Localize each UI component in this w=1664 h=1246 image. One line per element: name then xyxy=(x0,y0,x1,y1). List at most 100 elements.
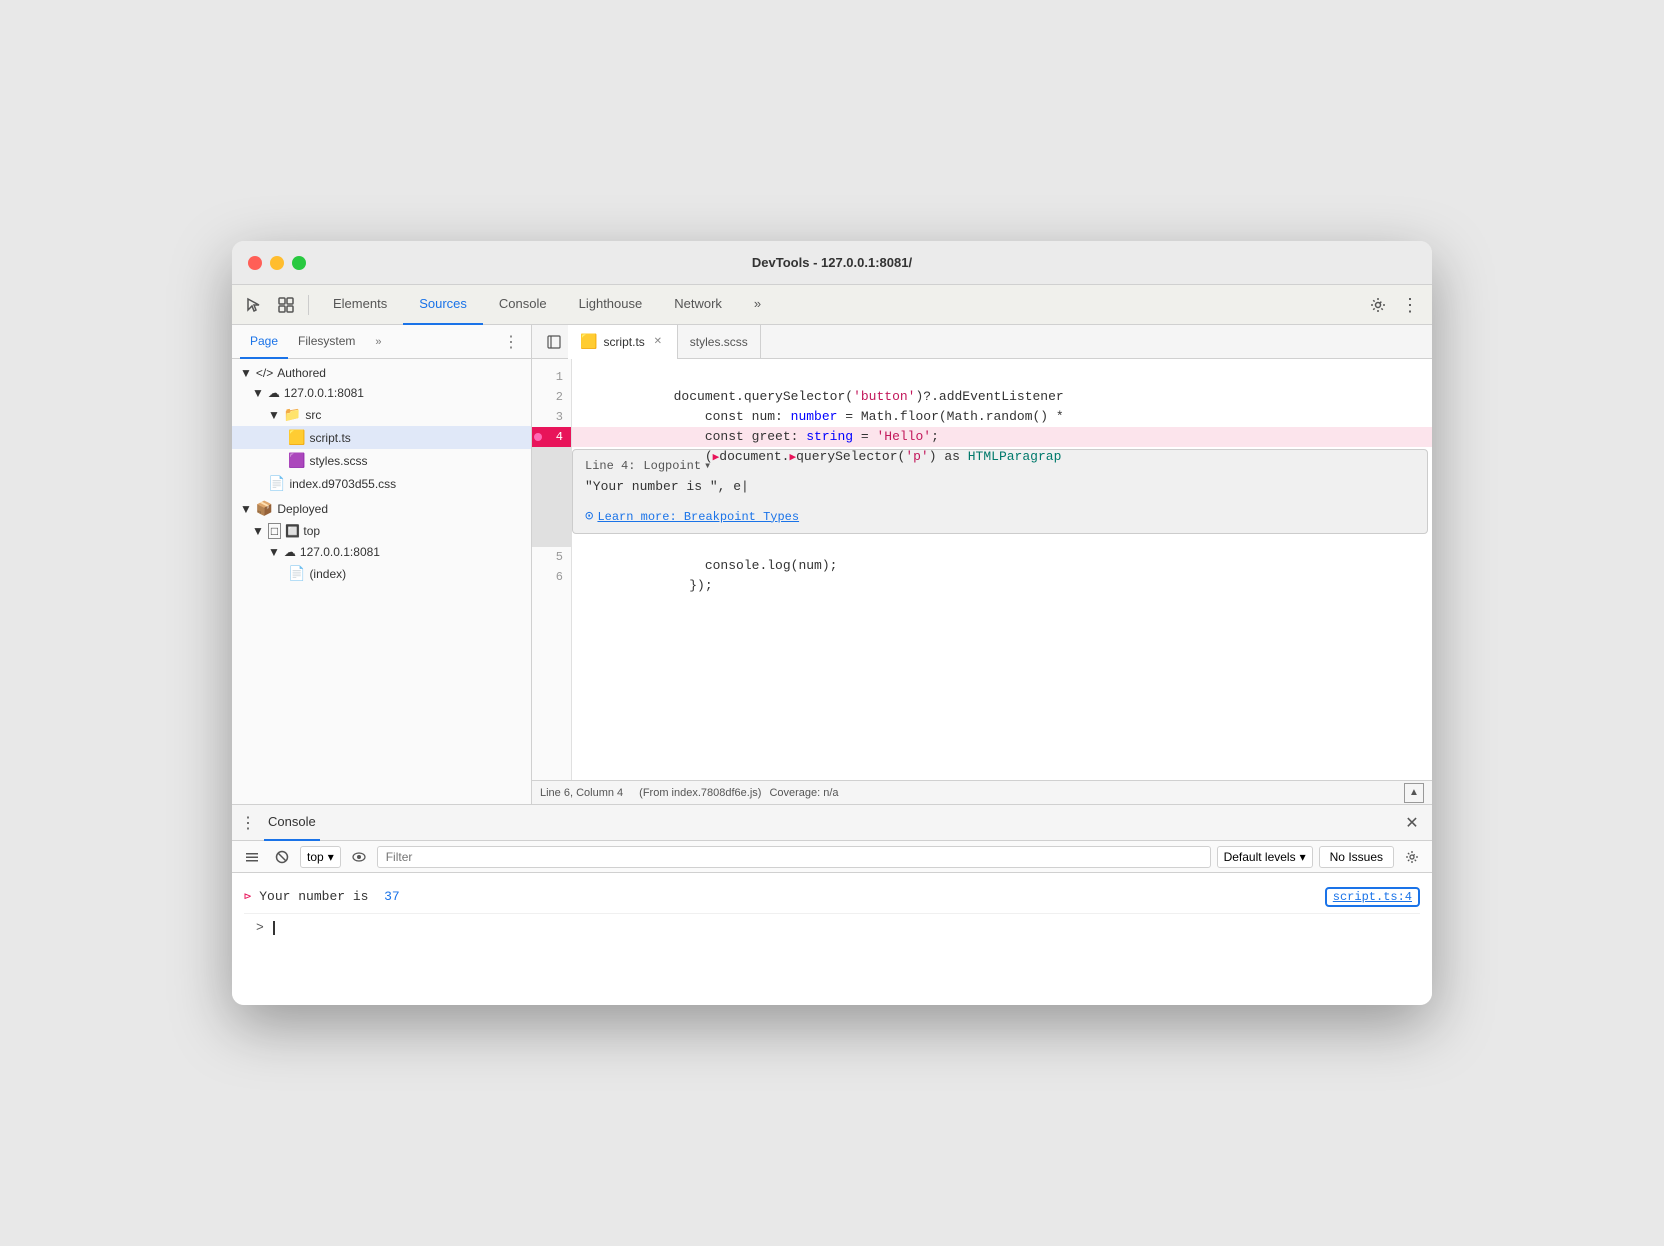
code-content[interactable]: document.querySelector('button')?.addEve… xyxy=(572,359,1432,780)
ts-file-icon: 🟨 xyxy=(288,429,305,446)
tree-top[interactable]: ▼ □ 🔲 top xyxy=(232,520,531,542)
dropdown-arrow-icon: ▾ xyxy=(328,850,334,864)
ts-tab-icon: 🟨 xyxy=(580,333,597,350)
console-title: Console xyxy=(264,805,320,841)
status-bar: Line 6, Column 4 (From index.7808df6e.js… xyxy=(532,780,1432,804)
maximize-button[interactable] xyxy=(292,256,306,270)
tab-network[interactable]: Network xyxy=(658,285,738,325)
no-issues-button[interactable]: No Issues xyxy=(1319,846,1394,868)
line-num-2: 2 xyxy=(532,387,571,407)
window-controls xyxy=(248,256,306,270)
collapse-icon: ▼ xyxy=(240,366,252,380)
tree-deployed[interactable]: ▼ 📦 Deployed xyxy=(232,497,531,520)
sidebar: Page Filesystem » ⋮ ▼ </> Authored ▼ ☁ xyxy=(232,325,532,804)
log-entry-source[interactable]: script.ts:4 xyxy=(1325,887,1420,907)
minimize-button[interactable] xyxy=(270,256,284,270)
cursor-position: Line 6, Column 4 xyxy=(540,787,623,799)
cursor-icon[interactable] xyxy=(240,291,268,319)
log-levels-dropdown[interactable]: Default levels ▾ xyxy=(1217,846,1313,868)
script-ts-label: script.ts xyxy=(309,431,350,445)
top-context-selector[interactable]: top ▾ xyxy=(300,846,341,868)
clear-console-button[interactable] xyxy=(240,845,264,869)
logpoint-type-dropdown[interactable]: Logpoint ▾ xyxy=(643,458,711,473)
tab-console[interactable]: Console xyxy=(483,285,563,325)
src-folder-label: src xyxy=(305,408,321,422)
tab-elements[interactable]: Elements xyxy=(317,285,403,325)
tree-src-folder[interactable]: ▼ 📁 src xyxy=(232,403,531,426)
line-numbers: 1 2 3 4 5 6 xyxy=(532,359,572,780)
code-editor[interactable]: 1 2 3 4 5 6 document.querySelector('butt… xyxy=(532,359,1432,780)
tab-sources[interactable]: Sources xyxy=(403,285,483,325)
cloud2-icon: ☁ xyxy=(284,545,296,559)
console-header: ⋮ Console ✕ xyxy=(232,805,1432,841)
console-prompt[interactable]: > xyxy=(244,914,1420,941)
eye-icon[interactable] xyxy=(347,845,371,869)
logpoint-input-display: "Your number is ", e xyxy=(585,479,1415,494)
line-num-5: 5 xyxy=(532,547,571,567)
log-entry-text: Your number is 37 xyxy=(259,889,399,904)
toggle-sidebar-button[interactable] xyxy=(540,328,568,356)
console-options-menu[interactable]: ⋮ xyxy=(240,813,256,833)
editor-tab-styles-scss[interactable]: styles.scss xyxy=(678,325,761,359)
prompt-chevron-icon: > xyxy=(256,920,264,935)
server-8081-label: 127.0.0.1:8081 xyxy=(284,386,364,400)
styles-scss-label: styles.scss xyxy=(309,454,367,468)
more-menu-icon[interactable]: ⋮ xyxy=(1396,291,1424,319)
deployed-icon: 📦 xyxy=(256,500,273,517)
file-tree: ▼ </> Authored ▼ ☁ 127.0.0.1:8081 ▼ 📁 sr… xyxy=(232,359,531,804)
block-icon[interactable] xyxy=(270,845,294,869)
learn-more-icon: ⊙ xyxy=(585,508,593,525)
console-settings-icon[interactable] xyxy=(1400,845,1424,869)
index-css-label: index.d9703d55.css xyxy=(289,477,396,491)
titlebar: DevTools - 127.0.0.1:8081/ xyxy=(232,241,1432,285)
status-right: ▲ xyxy=(1404,783,1424,803)
tree-script-ts[interactable]: 🟨 script.ts xyxy=(232,426,531,449)
scroll-to-top-button[interactable]: ▲ xyxy=(1404,783,1424,803)
logpoint-space xyxy=(532,447,571,547)
deployed-label: Deployed xyxy=(277,502,328,516)
collapse-icon: ▼ xyxy=(252,524,264,538)
close-tab-script-ts[interactable]: ✕ xyxy=(651,335,665,349)
tree-authored[interactable]: ▼ </> Authored xyxy=(232,363,531,383)
deployed-server-label: 127.0.0.1:8081 xyxy=(300,545,380,559)
learn-more-link[interactable]: ⊙ Learn more: Breakpoint Types xyxy=(585,508,1415,525)
prompt-cursor[interactable] xyxy=(273,921,275,935)
close-button[interactable] xyxy=(248,256,262,270)
tree-deployed-server[interactable]: ▼ ☁ 127.0.0.1:8081 xyxy=(232,542,531,562)
console-filter-input[interactable] xyxy=(377,846,1211,868)
console-section: ⋮ Console ✕ top ▾ xyxy=(232,805,1432,1005)
editor-tab-script-ts[interactable]: 🟨 script.ts ✕ xyxy=(568,325,678,359)
tree-index[interactable]: 📄 (index) xyxy=(232,562,531,585)
tree-server-8081[interactable]: ▼ ☁ 127.0.0.1:8081 xyxy=(232,383,531,403)
inspector-icon[interactable] xyxy=(272,291,300,319)
devtools-window: DevTools - 127.0.0.1:8081/ Elements Sour… xyxy=(232,241,1432,1005)
sidebar-more-tabs[interactable]: » xyxy=(369,332,387,352)
collapse-icon: ▼ xyxy=(252,386,264,400)
toolbar-right: ⋮ xyxy=(1364,291,1424,319)
collapse-icon: ▼ xyxy=(268,408,280,422)
sidebar-options-menu[interactable]: ⋮ xyxy=(499,328,523,356)
main-content: Page Filesystem » ⋮ ▼ </> Authored ▼ ☁ xyxy=(232,325,1432,805)
levels-arrow-icon: ▾ xyxy=(1300,850,1306,864)
sidebar-tab-bar: Page Filesystem » ⋮ xyxy=(232,325,531,359)
window-title: DevTools - 127.0.0.1:8081/ xyxy=(752,255,912,270)
log-entry-1: ⊳ Your number is 37 script.ts:4 xyxy=(244,881,1420,914)
source-file: (From index.7808df6e.js) xyxy=(639,787,761,799)
settings-icon[interactable] xyxy=(1364,291,1392,319)
tree-styles-scss[interactable]: 🟪 styles.scss xyxy=(232,449,531,472)
tab-more[interactable]: » xyxy=(738,285,777,325)
console-close-button[interactable]: ✕ xyxy=(1400,811,1424,835)
sidebar-tab-filesystem[interactable]: Filesystem xyxy=(288,325,365,359)
tree-index-css[interactable]: 📄 index.d9703d55.css xyxy=(232,472,531,495)
collapse-icon: ▼ xyxy=(240,502,252,516)
cloud-icon: ☁ xyxy=(268,386,280,400)
devtools-toolbar: Elements Sources Console Lighthouse Netw… xyxy=(232,285,1432,325)
console-output: ⊳ Your number is 37 script.ts:4 > xyxy=(232,873,1432,1005)
console-toolbar: top ▾ Default levels ▾ No Issues xyxy=(232,841,1432,873)
log-entry-icon: ⊳ xyxy=(244,889,251,904)
tab-lighthouse[interactable]: Lighthouse xyxy=(563,285,659,325)
coverage-status: Coverage: n/a xyxy=(769,787,838,799)
sidebar-tab-page[interactable]: Page xyxy=(240,325,288,359)
logpoint-marker xyxy=(534,433,542,441)
folder-icon: 📁 xyxy=(284,406,301,423)
